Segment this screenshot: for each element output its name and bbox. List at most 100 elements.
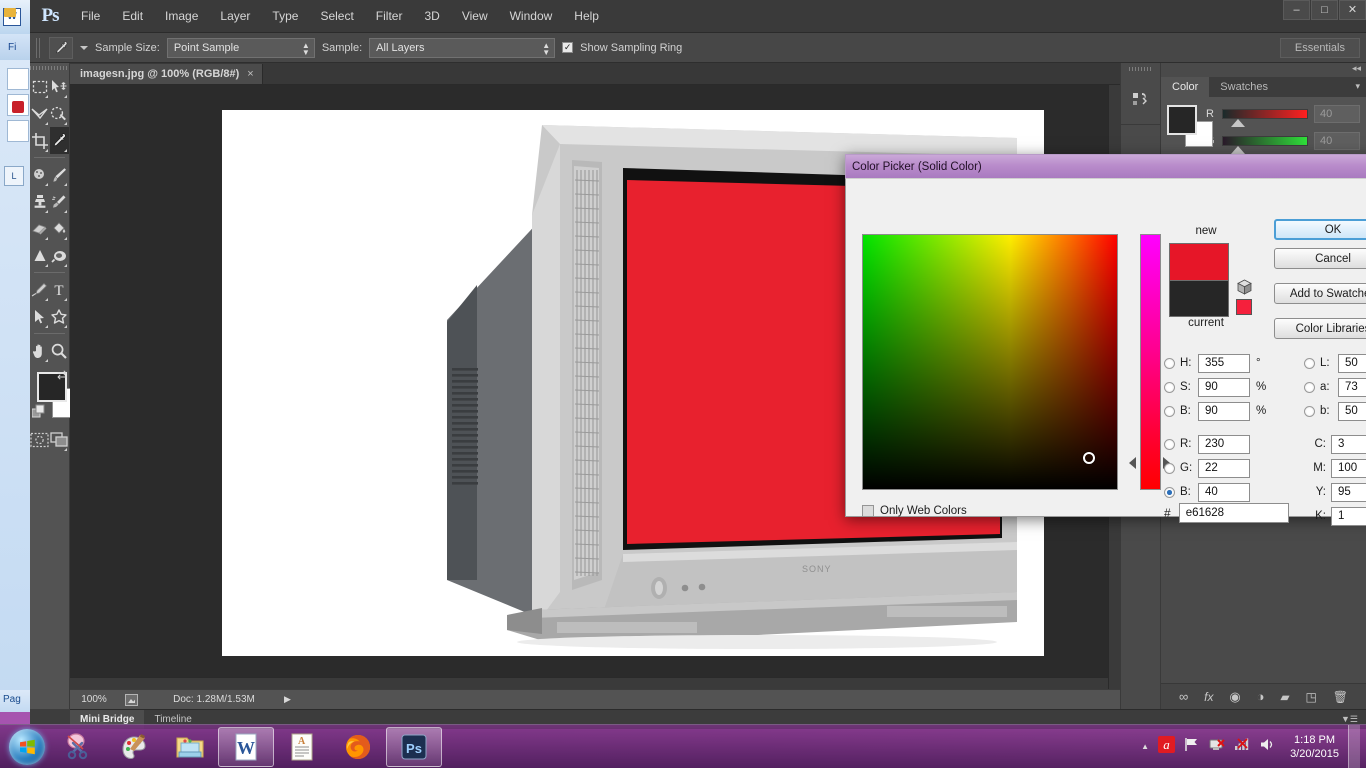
radio-r[interactable]: [1164, 438, 1175, 450]
menu-layer[interactable]: Layer: [209, 4, 261, 28]
snipping-tool-icon[interactable]: [50, 727, 106, 767]
radio-lab-b[interactable]: [1304, 405, 1315, 417]
avira-antivirus-icon[interactable]: a: [1158, 735, 1176, 758]
menu-window[interactable]: Window: [499, 4, 564, 28]
show-sampling-ring-checkbox[interactable]: ✓: [562, 42, 574, 53]
sample-select[interactable]: All Layers ▲ ▼: [369, 37, 556, 58]
input-c[interactable]: 3: [1331, 434, 1366, 454]
input-k[interactable]: 1: [1331, 506, 1366, 526]
lasso-tool[interactable]: [30, 100, 50, 127]
workspace-essentials-button[interactable]: Essentials: [1279, 37, 1360, 58]
quick-selection-tool[interactable]: [50, 100, 70, 127]
photoshop-logo-icon[interactable]: Ps: [30, 0, 70, 33]
maximize-button[interactable]: □: [1311, 0, 1338, 20]
input-b[interactable]: 40: [1198, 482, 1250, 502]
channel-value-g[interactable]: 40: [1314, 132, 1360, 150]
tab-swatches[interactable]: Swatches: [1209, 77, 1279, 97]
menu-image[interactable]: Image: [154, 4, 209, 28]
canvas-horizontal-scrollbar[interactable]: [70, 677, 1108, 689]
tab-color[interactable]: Color: [1161, 77, 1210, 97]
color-picker-titlebar[interactable]: Color Picker (Solid Color): [845, 154, 1366, 178]
radio-a[interactable]: [1304, 381, 1315, 393]
hue-slider-left-arrow-icon[interactable]: [1129, 457, 1136, 469]
channel-thumb-g[interactable]: [1231, 146, 1245, 154]
input-r[interactable]: 230: [1198, 434, 1250, 454]
color-field-marker[interactable]: [1083, 452, 1095, 464]
microsoft-word-icon[interactable]: W: [218, 726, 274, 767]
menu-view[interactable]: View: [451, 4, 499, 28]
saturation-brightness-field[interactable]: [862, 234, 1118, 490]
menu-file[interactable]: File: [70, 4, 111, 28]
menu-edit[interactable]: Edit: [111, 4, 154, 28]
photoshop-icon[interactable]: Ps: [386, 726, 442, 767]
menu-type[interactable]: Type: [261, 4, 309, 28]
brush-tool[interactable]: [50, 161, 70, 188]
paint-icon[interactable]: [106, 727, 162, 767]
wordpad-icon[interactable]: A: [274, 727, 330, 767]
path-selection-tool[interactable]: [30, 303, 50, 330]
word-pdf-icon[interactable]: [6, 94, 29, 116]
color-libraries-button[interactable]: Color Libraries: [1274, 318, 1366, 339]
mini-bridge-panel-icon[interactable]: [1121, 75, 1160, 125]
firefox-icon[interactable]: [330, 727, 386, 767]
radio-b[interactable]: [1164, 486, 1175, 498]
default-colors-icon[interactable]: [31, 404, 47, 424]
show-hidden-icons-icon[interactable]: ▲: [1141, 742, 1149, 751]
input-s[interactable]: 90: [1198, 377, 1250, 397]
menu-filter[interactable]: Filter: [365, 4, 414, 28]
minimize-button[interactable]: –: [1283, 0, 1310, 20]
channel-thumb-r[interactable]: [1231, 119, 1245, 127]
radio-h[interactable]: [1164, 357, 1175, 369]
layer-style-fx-icon[interactable]: fx: [1204, 690, 1213, 704]
channel-value-r[interactable]: 40: [1314, 105, 1360, 123]
history-brush-tool[interactable]: [50, 188, 70, 215]
add-to-swatches-button[interactable]: Add to Swatches: [1274, 283, 1366, 304]
horizontal-type-tool[interactable]: T: [50, 276, 70, 303]
taskbar-clock[interactable]: 1:18 PM 3/20/2015: [1290, 733, 1339, 761]
eyedropper-icon[interactable]: [49, 36, 73, 59]
out-of-gamut-warning-icon[interactable]: [1236, 279, 1253, 301]
dock-grip[interactable]: [1121, 63, 1160, 75]
custom-shape-tool[interactable]: [50, 303, 70, 330]
network-issue-icon[interactable]: [1209, 737, 1225, 757]
hand-tool[interactable]: [30, 337, 50, 364]
show-desktop-button[interactable]: [1348, 724, 1360, 768]
input-y[interactable]: 95: [1331, 482, 1366, 502]
menu-select[interactable]: Select: [309, 4, 364, 28]
radio-g[interactable]: [1164, 462, 1175, 474]
volume-icon[interactable]: [1259, 737, 1275, 757]
hex-input[interactable]: e61628: [1178, 503, 1289, 523]
gamut-substitute-swatch[interactable]: [1236, 299, 1252, 315]
collapse-panels-icon[interactable]: ◂◂: [1161, 63, 1366, 77]
pen-tool[interactable]: [30, 276, 50, 303]
color-panel-menu-icon[interactable]: ▾: [1349, 77, 1366, 97]
crop-tool[interactable]: [30, 127, 50, 154]
cancel-button[interactable]: Cancel: [1274, 248, 1366, 269]
swap-colors-icon[interactable]: ⇄: [57, 368, 67, 382]
document-thumbnail-icon[interactable]: [118, 693, 144, 706]
current-color-swatch[interactable]: [1169, 280, 1229, 317]
close-document-icon[interactable]: ×: [247, 68, 253, 80]
layer-mask-icon[interactable]: ◉: [1229, 689, 1240, 705]
windows-explorer-icon[interactable]: [162, 727, 218, 767]
only-web-colors-row[interactable]: Only Web Colors: [862, 505, 967, 517]
rectangular-marquee-tool[interactable]: [30, 73, 50, 100]
radio-brightness[interactable]: [1164, 405, 1175, 417]
tool-preset-chevron-down-icon[interactable]: [80, 45, 88, 50]
zoom-level[interactable]: 100%: [70, 694, 118, 705]
zoom-tool[interactable]: [50, 337, 70, 364]
document-tab[interactable]: imagesn.jpg @ 100% (RGB/8#) ×: [70, 64, 263, 84]
channel-slider-g[interactable]: [1222, 136, 1308, 154]
toolbox-grip[interactable]: [30, 63, 69, 73]
word-folder-icon[interactable]: [6, 120, 29, 142]
adjustment-layer-icon[interactable]: ◑: [1257, 689, 1265, 704]
action-center-flag-icon[interactable]: [1184, 737, 1200, 757]
sample-size-select[interactable]: Point Sample ▲ ▼: [166, 37, 315, 58]
panel-foreground-color-swatch[interactable]: [1167, 105, 1197, 135]
ok-button[interactable]: OK: [1274, 219, 1366, 240]
network-signal-icon[interactable]: [1234, 737, 1250, 756]
clone-stamp-tool[interactable]: [30, 188, 50, 215]
paint-bucket-tool[interactable]: [50, 215, 70, 242]
start-orb[interactable]: [4, 727, 50, 767]
input-h[interactable]: 355: [1198, 353, 1250, 373]
